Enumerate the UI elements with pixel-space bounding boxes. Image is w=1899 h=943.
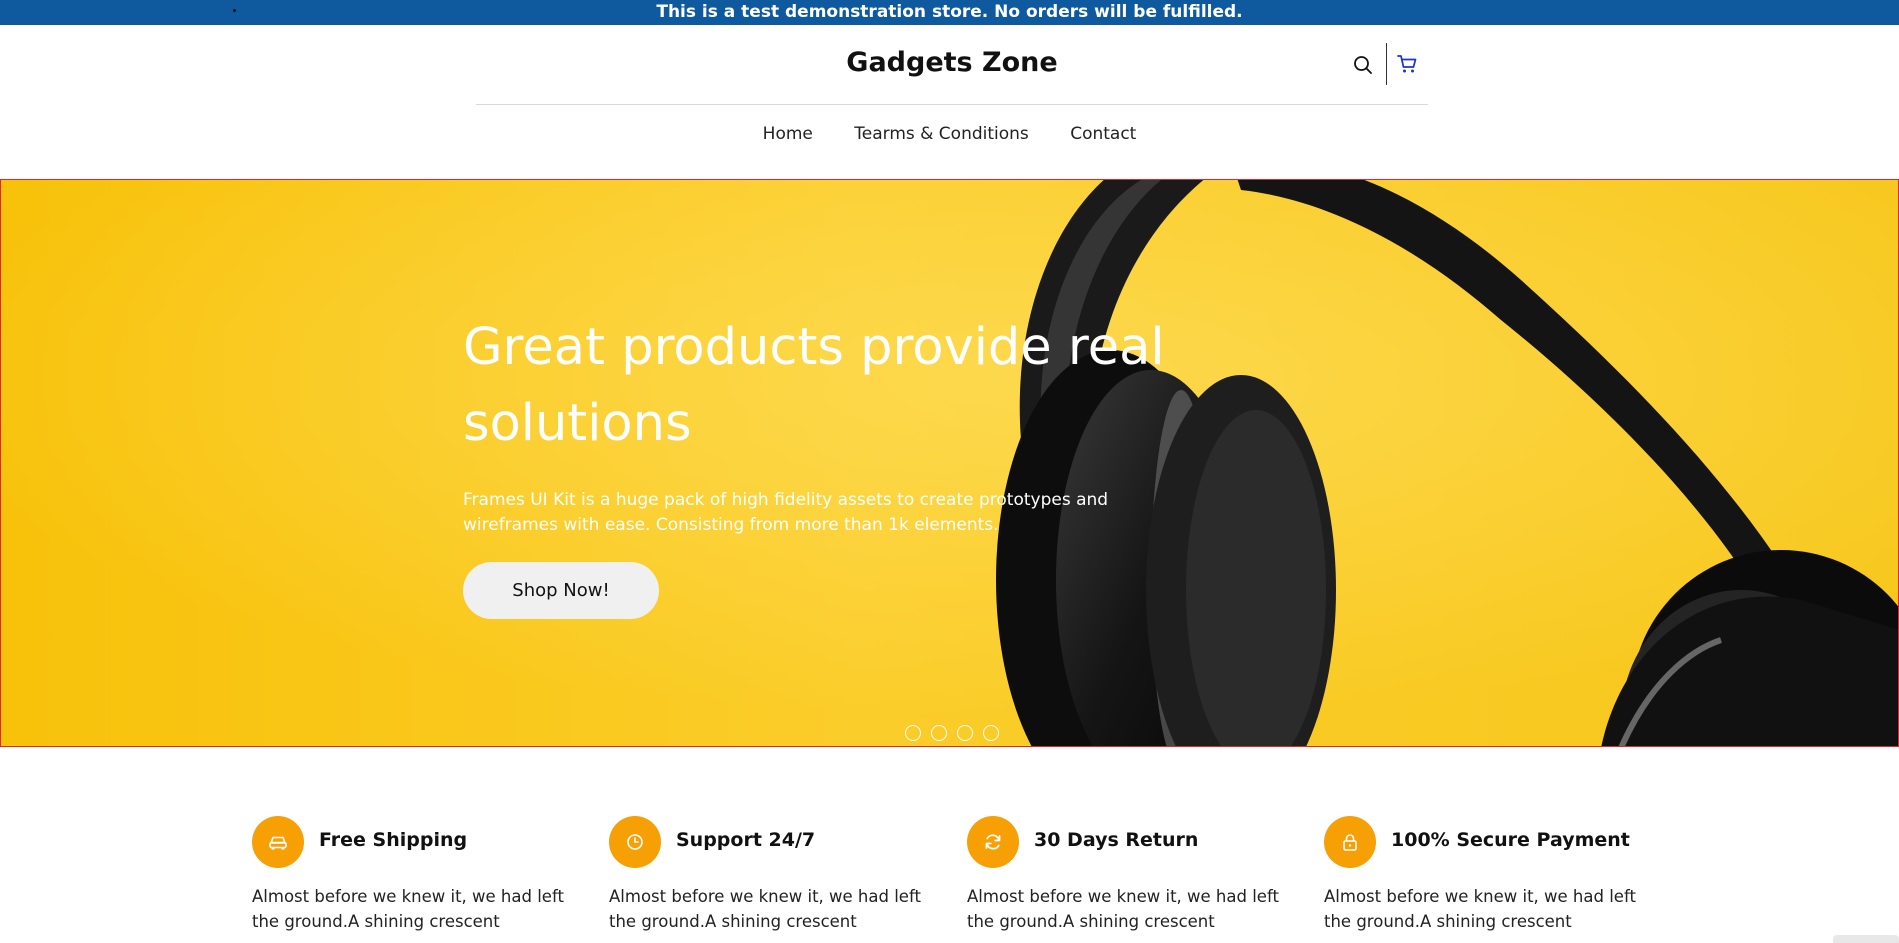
- hero-subtitle: Frames UI Kit is a huge pack of high fid…: [463, 490, 1109, 535]
- features-section: Free Shipping Almost before we knew it, …: [252, 816, 1692, 943]
- main-nav: Home Tearms & Conditions Contact: [0, 124, 1899, 144]
- feature-text: Almost before we knew it, we had left th…: [252, 887, 564, 931]
- search-icon[interactable]: [1352, 54, 1374, 76]
- announcement-bar: This is a test demonstration store. No o…: [0, 0, 1899, 25]
- brand-logo[interactable]: Gadgets Zone: [476, 47, 1428, 78]
- lock-icon: [1324, 816, 1376, 868]
- icon-divider: [1386, 43, 1387, 85]
- slider-dot-2[interactable]: [931, 725, 947, 741]
- decorative-dot: [233, 9, 236, 12]
- announcement-text: This is a test demonstration store. No o…: [656, 2, 1243, 22]
- nav-contact[interactable]: Contact: [1070, 124, 1136, 144]
- cart-icon[interactable]: [1396, 53, 1418, 75]
- hero-slider[interactable]: Great products provide real solutions Fr…: [0, 179, 1899, 747]
- nav-terms[interactable]: Tearms & Conditions: [854, 124, 1029, 144]
- feature-text: Almost before we knew it, we had left th…: [609, 887, 921, 931]
- slider-dot-4[interactable]: [983, 725, 999, 741]
- feature-text: Almost before we knew it, we had left th…: [1324, 887, 1636, 931]
- feature-title: Free Shipping: [319, 829, 468, 851]
- feature-title: 100% Secure Payment: [1391, 829, 1630, 851]
- nav-home[interactable]: Home: [763, 124, 813, 144]
- scroll-indicator[interactable]: [1833, 935, 1899, 943]
- car-icon: [252, 816, 304, 868]
- site-header: Gadgets Zone: [476, 25, 1428, 105]
- headphones-image: [1, 180, 1898, 746]
- slider-dot-3[interactable]: [957, 725, 973, 741]
- slider-dots: [905, 725, 1009, 741]
- shop-now-button[interactable]: Shop Now!: [463, 562, 659, 619]
- refresh-icon: [967, 816, 1019, 868]
- feature-text: Almost before we knew it, we had left th…: [967, 887, 1279, 931]
- feature-title: 30 Days Return: [1034, 829, 1199, 851]
- hero-title: Great products provide real solutions: [463, 318, 1165, 453]
- header-icons: [1338, 43, 1428, 85]
- slider-dot-1[interactable]: [905, 725, 921, 741]
- feature-title: Support 24/7: [676, 829, 816, 851]
- clock-icon: [609, 816, 661, 868]
